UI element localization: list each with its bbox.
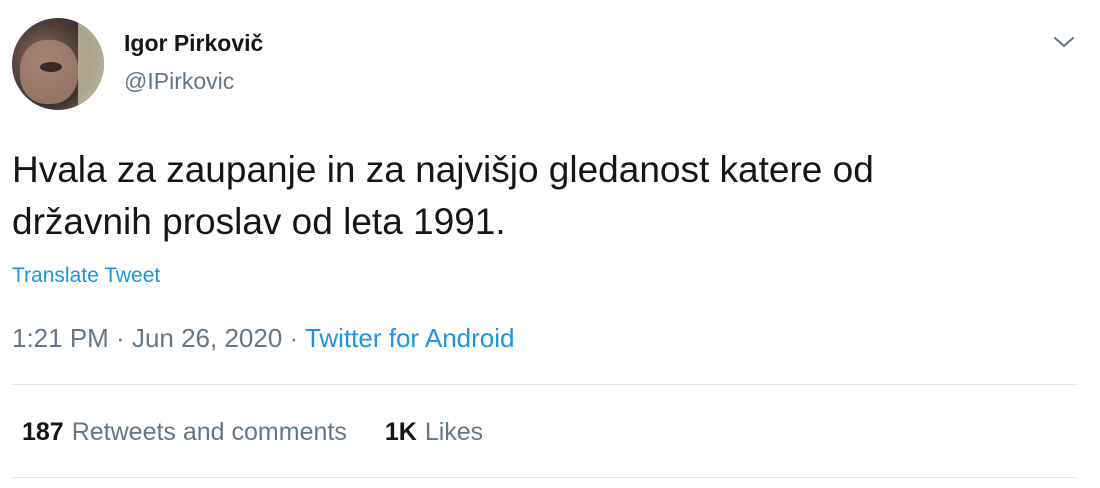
tweet-text-line: državnih proslav od leta 1991. xyxy=(12,201,506,242)
author-name[interactable]: Igor Pirkovič xyxy=(124,30,263,57)
tweet-text-line: Hvala za zaupanje in za najvišjo gledano… xyxy=(12,149,874,190)
chevron-down-icon[interactable] xyxy=(1050,28,1078,56)
meta-separator: · xyxy=(108,323,132,353)
divider xyxy=(12,384,1078,385)
tweet-stats: 187 Retweets and comments 1K Likes xyxy=(22,418,483,447)
retweets-stat[interactable]: 187 Retweets and comments xyxy=(22,418,347,447)
tweet-date[interactable]: Jun 26, 2020 xyxy=(132,323,282,353)
tweet-metadata: 1:21 PM · Jun 26, 2020 · Twitter for And… xyxy=(12,323,514,354)
retweets-count: 187 xyxy=(22,418,64,446)
tweet-source-link[interactable]: Twitter for Android xyxy=(305,323,515,353)
tweet-text: Hvala za zaupanje in za najvišjo gledano… xyxy=(12,144,1082,248)
translate-tweet-link[interactable]: Translate Tweet xyxy=(12,264,160,288)
likes-count: 1K xyxy=(384,418,417,446)
avatar[interactable] xyxy=(12,18,104,110)
retweets-label: Retweets and comments xyxy=(71,418,347,446)
avatar-eye xyxy=(40,62,62,72)
meta-separator: · xyxy=(282,323,305,353)
author-handle[interactable]: @IPirkovic xyxy=(124,68,234,95)
tweet-time[interactable]: 1:21 PM xyxy=(12,323,109,353)
likes-stat[interactable]: 1K Likes xyxy=(385,418,483,447)
likes-label: Likes xyxy=(424,418,484,446)
avatar-face xyxy=(20,40,78,104)
divider xyxy=(12,477,1078,478)
avatar-background xyxy=(78,18,104,110)
